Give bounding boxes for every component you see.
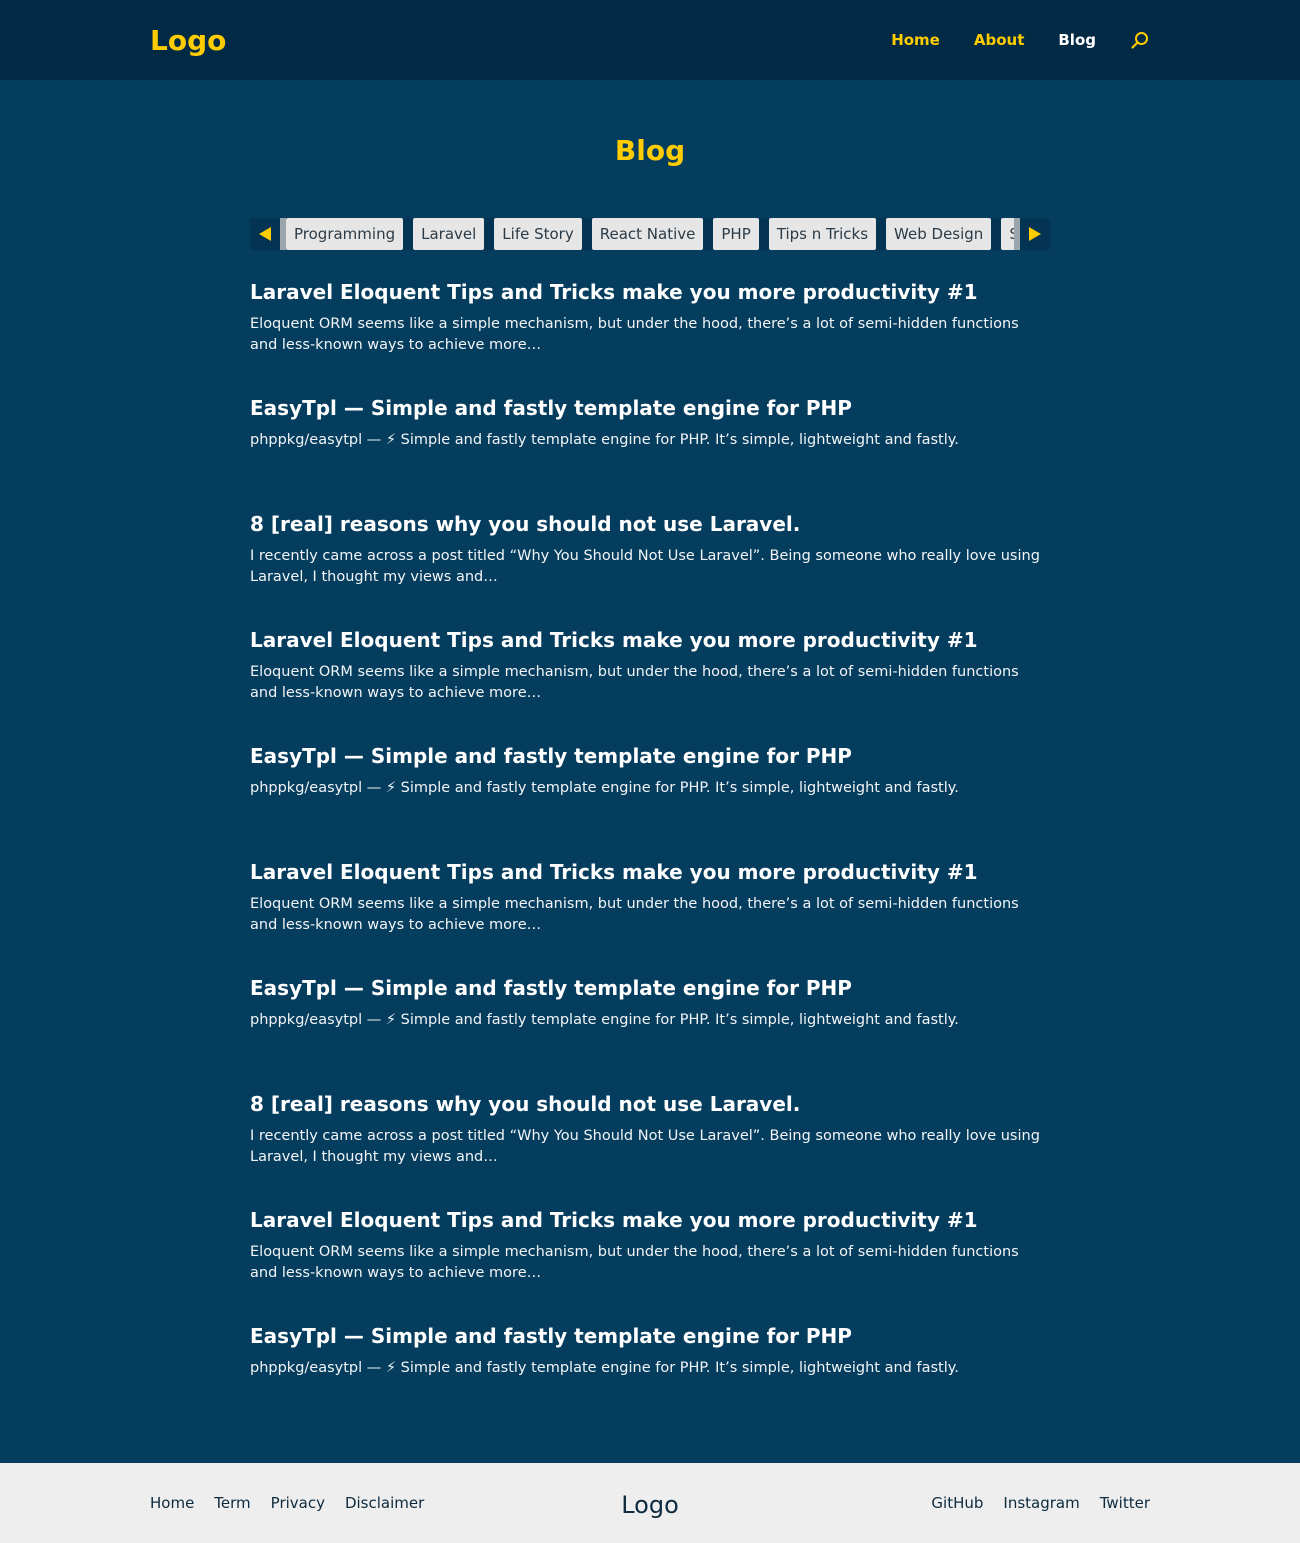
post-item: EasyTpl — Simple and fastly template eng… [250, 742, 1050, 858]
footer-github-link[interactable]: GitHub [931, 1494, 983, 1512]
post-excerpt: Eloquent ORM seems like a simple mechani… [250, 664, 1019, 701]
post-title-link[interactable]: EasyTpl — Simple and fastly template eng… [250, 742, 1050, 770]
tag-chip[interactable]: SASS [1001, 218, 1014, 250]
post-item: Laravel Eloquent Tips and Tricks make yo… [250, 626, 1050, 742]
footer-privacy-link[interactable]: Privacy [271, 1494, 325, 1512]
post-title-link[interactable]: Laravel Eloquent Tips and Tricks make yo… [250, 1206, 1050, 1234]
post-title-link[interactable]: Laravel Eloquent Tips and Tricks make yo… [250, 858, 1050, 886]
tag-scroller: Programming Laravel Life Story React Nat… [250, 218, 1050, 250]
post-title-link[interactable]: 8 [real] reasons why you should not use … [250, 1090, 1050, 1118]
footer-nav-right: GitHub Instagram Twitter [931, 1463, 1150, 1543]
post-title-link[interactable]: Laravel Eloquent Tips and Tricks make yo… [250, 278, 1050, 306]
post-item: Laravel Eloquent Tips and Tricks make yo… [250, 278, 1050, 394]
tag-chip[interactable]: PHP [713, 218, 759, 250]
tag-track[interactable]: Programming Laravel Life Story React Nat… [280, 218, 1020, 250]
post-excerpt: I recently came across a post titled “Wh… [250, 1128, 1040, 1165]
post-title-link[interactable]: 8 [real] reasons why you should not use … [250, 510, 1050, 538]
tag-chip[interactable]: Programming [286, 218, 404, 250]
main-nav: Home About Blog [891, 0, 1150, 80]
post-title-link[interactable]: EasyTpl — Simple and fastly template eng… [250, 974, 1050, 1002]
footer-twitter-link[interactable]: Twitter [1100, 1494, 1150, 1512]
post-item: Laravel Eloquent Tips and Tricks make yo… [250, 858, 1050, 974]
tag-chip[interactable]: Web Design [886, 218, 992, 250]
post-excerpt: phppkg/easytpl — ⚡ Simple and fastly tem… [250, 1360, 959, 1376]
post-title-link[interactable]: Laravel Eloquent Tips and Tricks make yo… [250, 626, 1050, 654]
post-item: EasyTpl — Simple and fastly template eng… [250, 394, 1050, 510]
nav-home-link[interactable]: Home [891, 31, 940, 49]
footer-term-link[interactable]: Term [214, 1494, 250, 1512]
footer-disclaimer-link[interactable]: Disclaimer [345, 1494, 424, 1512]
tag-list: Programming Laravel Life Story React Nat… [286, 218, 1014, 250]
post-excerpt: I recently came across a post titled “Wh… [250, 548, 1040, 585]
post-title-link[interactable]: EasyTpl — Simple and fastly template eng… [250, 1322, 1050, 1350]
post-excerpt: phppkg/easytpl — ⚡ Simple and fastly tem… [250, 1012, 959, 1028]
tag-chip[interactable]: React Native [591, 218, 704, 250]
post-excerpt: phppkg/easytpl — ⚡ Simple and fastly tem… [250, 780, 959, 796]
nav-about-link[interactable]: About [974, 31, 1025, 49]
search-icon[interactable] [1130, 30, 1150, 50]
header-logo[interactable]: Logo [150, 24, 226, 57]
site-footer: Home Term Privacy Disclaimer Logo GitHub… [0, 1463, 1300, 1543]
page-title: Blog [614, 134, 686, 167]
post-list: Laravel Eloquent Tips and Tricks make yo… [250, 278, 1050, 1438]
scroll-left-arrow-icon[interactable] [250, 218, 280, 250]
scroll-right-arrow-icon[interactable] [1020, 218, 1050, 250]
post-item: 8 [real] reasons why you should not use … [250, 510, 1050, 626]
site-header: Logo Home About Blog [0, 0, 1300, 80]
tag-chip[interactable]: Life Story [494, 218, 582, 250]
post-excerpt: Eloquent ORM seems like a simple mechani… [250, 896, 1019, 933]
post-item: Laravel Eloquent Tips and Tricks make yo… [250, 1206, 1050, 1322]
post-excerpt: phppkg/easytpl — ⚡ Simple and fastly tem… [250, 432, 959, 448]
tag-chip[interactable]: Laravel [413, 218, 485, 250]
post-item: 8 [real] reasons why you should not use … [250, 1090, 1050, 1206]
post-item: EasyTpl — Simple and fastly template eng… [250, 974, 1050, 1090]
post-excerpt: Eloquent ORM seems like a simple mechani… [250, 1244, 1019, 1281]
nav-blog-link[interactable]: Blog [1058, 31, 1096, 49]
footer-home-link[interactable]: Home [150, 1494, 194, 1512]
post-title-link[interactable]: EasyTpl — Simple and fastly template eng… [250, 394, 1050, 422]
footer-nav-left: Home Term Privacy Disclaimer [150, 1463, 424, 1543]
footer-instagram-link[interactable]: Instagram [1003, 1494, 1079, 1512]
tag-chip[interactable]: Tips n Tricks [768, 218, 877, 250]
post-excerpt: Eloquent ORM seems like a simple mechani… [250, 316, 1019, 353]
post-item: EasyTpl — Simple and fastly template eng… [250, 1322, 1050, 1438]
